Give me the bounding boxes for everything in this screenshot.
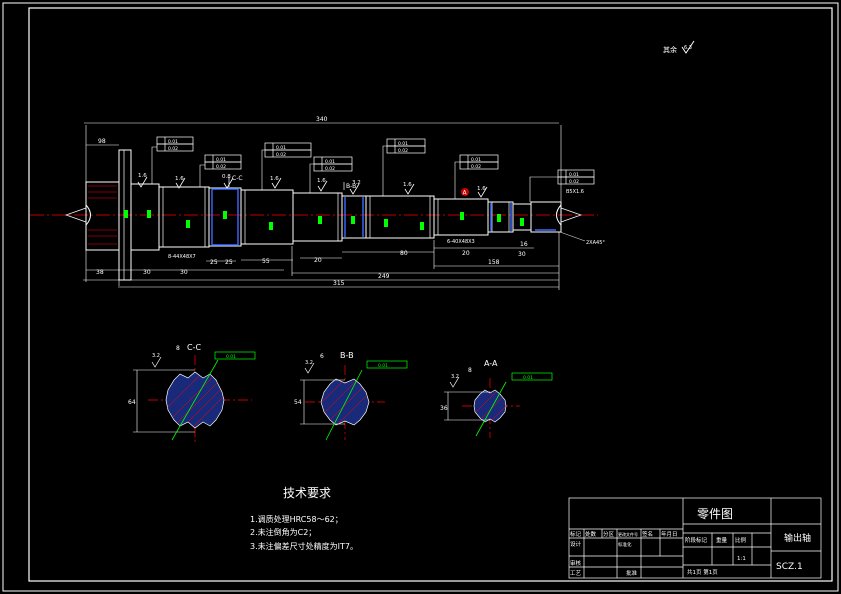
- tb-col-count: 处数: [585, 530, 597, 538]
- tol-frame-10: 0.02: [398, 148, 408, 154]
- tol-frame-5: 0.01: [276, 145, 286, 151]
- section-cc-keyway: 8: [176, 345, 180, 352]
- tech-req-item-2: 2.未注倒角为C2；: [250, 527, 316, 537]
- dim-seg-5: 80: [400, 250, 408, 257]
- section-bb-shape: [320, 378, 370, 426]
- dim-seg-7: 16: [520, 241, 528, 248]
- dim-step-38: 38: [96, 269, 104, 276]
- section-view-bb: 54 B-B 6 3.2 0.01: [294, 351, 408, 441]
- tb-drawing-type: 零件图: [697, 507, 733, 521]
- dim-249: 249: [378, 273, 390, 280]
- corner-roughness-mark: 其余 6.3: [663, 40, 695, 54]
- roughness-label-4: 1.6: [270, 176, 279, 182]
- roughness-label-2: 1.6: [175, 176, 184, 182]
- tol-frame-11: 0.01: [471, 157, 481, 163]
- keyway-markers: [211, 188, 556, 246]
- dim-seg-2: 30: [143, 269, 151, 276]
- section-cc-tol: 0.01: [226, 354, 236, 360]
- diameter-markers: [124, 210, 524, 230]
- tech-requirements: 技术要求 1.调质处理HRC58～62； 2.未注倒角为C2； 3.未注偏差尺寸…: [250, 486, 358, 551]
- tech-req-item-1: 1.调质处理HRC58～62；: [250, 514, 343, 524]
- tb-scale-label: 比例: [735, 536, 747, 544]
- tb-part-name: 输出轴: [784, 532, 811, 544]
- tb-role-review: 审核: [570, 559, 582, 567]
- section-mark-c: C-C: [232, 175, 243, 182]
- tb-approve: 批准: [626, 569, 638, 577]
- section-cc-title: C-C: [187, 343, 201, 352]
- tb-col-zone: 分区: [603, 530, 615, 538]
- dim-step-25: 25: [210, 259, 218, 266]
- tol-frame-13: 0.01: [569, 172, 579, 178]
- tb-role-design: 设计: [570, 540, 582, 548]
- section-bb-title: B-B: [340, 351, 354, 360]
- tol-frame-3: 0.01: [216, 157, 226, 163]
- tb-col-sign: 签名: [642, 530, 653, 538]
- tol-frame-14: 0.02: [569, 179, 579, 185]
- section-bb-tol: 0.01: [378, 363, 388, 369]
- tb-weight-label: 重量: [716, 536, 728, 544]
- tb-stage-label: 阶段标记: [685, 536, 708, 544]
- center-hole-label: B5X1.6: [566, 189, 584, 195]
- section-view-cc: 64 C-C 8 3.2 0.01: [128, 343, 256, 445]
- drawing-sheet: 其余 6.3 1.6 1.6 0.8 1.6 1.6 3.2 1.6 1.6 0…: [2, 2, 839, 592]
- chamfer-label: 2XA45°: [586, 240, 605, 246]
- tol-frame-9: 0.01: [398, 141, 408, 147]
- roughness-label-7: 1.6: [403, 182, 412, 188]
- inner-border: [28, 7, 833, 582]
- section-bb-size: 54: [294, 399, 302, 406]
- keyway-right-label: 6-40X48X3: [447, 239, 475, 245]
- dim-seg-10: 30: [518, 251, 526, 258]
- tb-drawing-no: SCZ.1: [776, 562, 803, 572]
- section-view-aa: 36 A-A 8 3.2 0.01: [440, 359, 553, 438]
- tb-col-mark: 标记: [570, 530, 582, 538]
- dim-seg-6: 25: [225, 259, 233, 266]
- roughness-label-5: 1.6: [317, 178, 326, 184]
- dim-340: 340: [316, 116, 328, 123]
- dim-seg-9: 20: [462, 250, 470, 257]
- tb-col-date: 年月日: [661, 530, 678, 538]
- tech-req-title: 技术要求: [283, 486, 331, 500]
- roughness-label-3: 0.8: [222, 174, 231, 180]
- shaft-main-view: 1.6 1.6 0.8 1.6 1.6 3.2 1.6 1.6 0.01 0.0…: [30, 116, 605, 290]
- section-aa-roughness: 3.2: [451, 374, 459, 380]
- section-aa-tol: 0.01: [523, 375, 533, 381]
- section-bb-keyway: 6: [320, 353, 324, 360]
- tb-scale-value: 1:1: [737, 556, 746, 562]
- corner-roughness-label: 其余: [663, 45, 677, 54]
- tb-role-process: 工艺: [570, 570, 582, 577]
- tol-frame-4: 0.02: [216, 164, 226, 170]
- tol-frame-8: 0.02: [325, 166, 335, 172]
- section-aa-shape: [473, 389, 507, 423]
- roughness-label-8: 1.6: [477, 186, 486, 192]
- dim-seg-4: 20: [314, 257, 322, 264]
- tb-standardize: 标准化: [618, 541, 632, 548]
- dim-158: 158: [488, 259, 500, 266]
- roughness-label-1: 1.6: [138, 173, 147, 179]
- keyway-main-label: 8-44X48X7: [168, 254, 196, 260]
- tb-col-change: 更改文件号: [618, 531, 638, 537]
- section-mark-b: B-B: [346, 183, 356, 190]
- outer-border: [2, 2, 839, 592]
- section-bb-roughness: 3.2: [305, 360, 313, 366]
- tech-req-item-3: 3.未注偏差尺寸处精度为IT7。: [250, 541, 358, 551]
- section-cc-size: 64: [128, 399, 136, 406]
- section-aa-size: 36: [440, 405, 448, 412]
- section-aa-keyway: 8: [468, 367, 472, 374]
- tol-frame-2: 0.02: [168, 146, 178, 152]
- section-aa-title: A-A: [484, 359, 498, 368]
- tol-frame-1: 0.01: [168, 139, 178, 145]
- dim-315: 315: [333, 280, 345, 287]
- corner-roughness-value: 6.3: [684, 45, 692, 51]
- tol-frame-7: 0.01: [325, 159, 335, 165]
- tol-frame-6: 0.02: [276, 152, 286, 158]
- section-cc-roughness: 3.2: [152, 353, 160, 359]
- tol-frame-12: 0.02: [471, 164, 481, 170]
- dim-seg-8: 30: [180, 269, 188, 276]
- tb-sheets: 共1页 第1页: [687, 568, 718, 576]
- dim-seg-1: 98: [98, 138, 106, 145]
- dim-seg-3: 55: [262, 258, 270, 265]
